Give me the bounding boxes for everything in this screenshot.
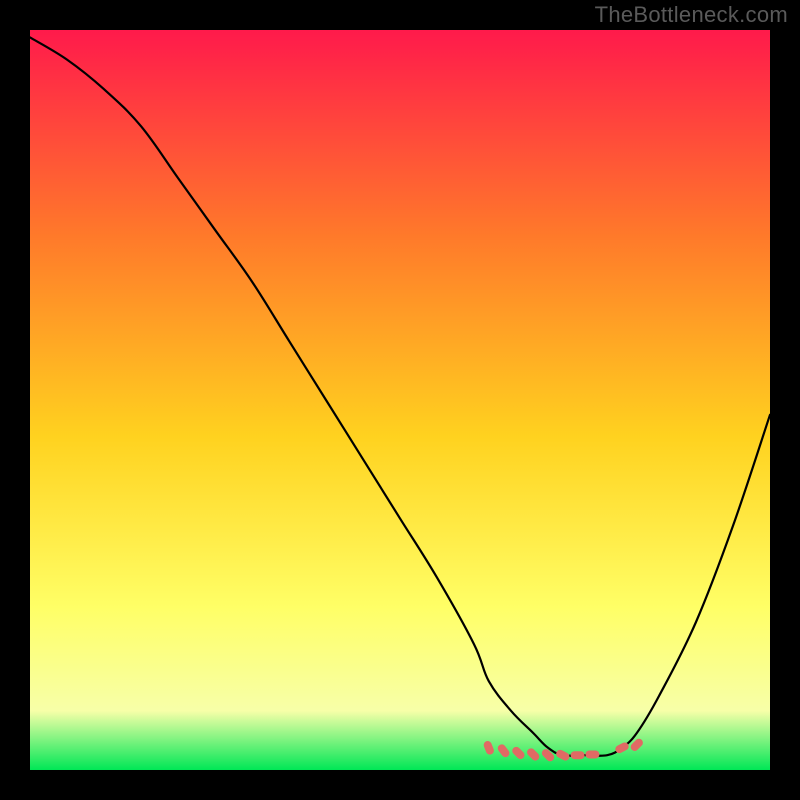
chart-svg (30, 30, 770, 770)
chart-container: TheBottleneck.com (0, 0, 800, 800)
gradient-background (30, 30, 770, 770)
watermark-text: TheBottleneck.com (595, 2, 788, 28)
optimum-marker (571, 751, 585, 759)
optimum-marker (585, 750, 599, 758)
plot-area (30, 30, 770, 770)
